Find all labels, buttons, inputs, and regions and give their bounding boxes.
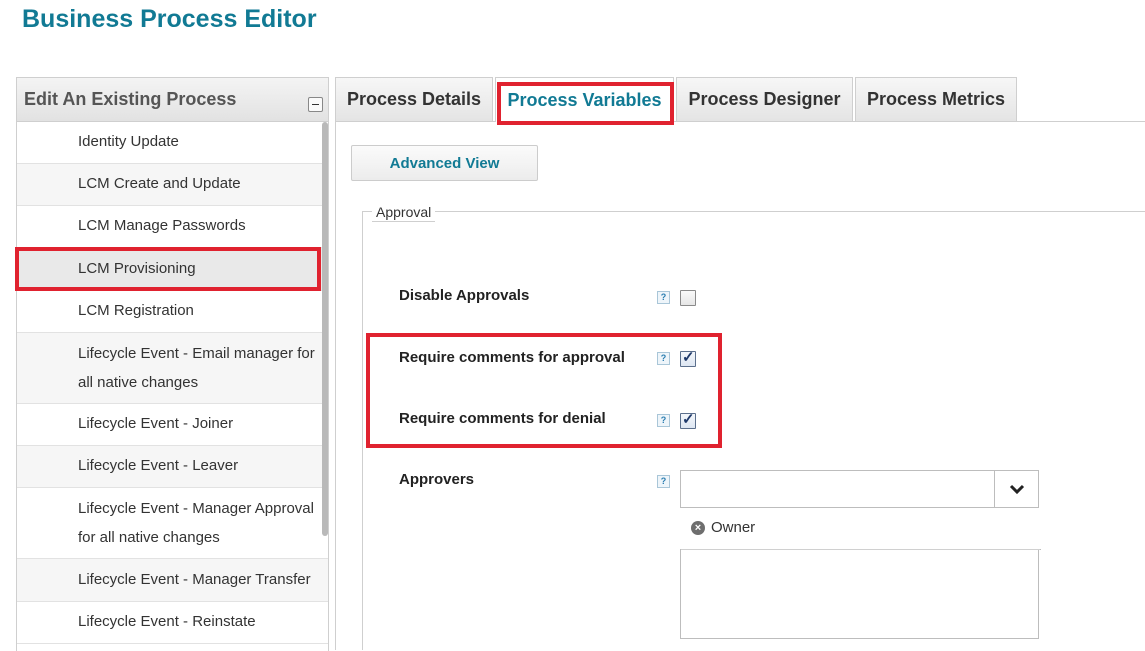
disable-approvals-checkbox[interactable]	[680, 290, 696, 306]
fieldset-border-left	[362, 211, 363, 650]
help-icon[interactable]: ?	[657, 414, 670, 427]
process-list-title: Edit An Existing Process	[24, 89, 237, 109]
tab-process-variables[interactable]: Process Variables	[495, 77, 674, 122]
approvers-dropdown-button[interactable]	[994, 471, 1038, 507]
process-list-panel: Edit An Existing Process Identity Update…	[16, 77, 329, 651]
approvers-list-area[interactable]	[680, 549, 1039, 639]
help-icon[interactable]: ?	[657, 475, 670, 488]
tab-process-metrics[interactable]: Process Metrics	[855, 77, 1017, 121]
approvers-select[interactable]	[680, 470, 1039, 508]
process-list-header: Edit An Existing Process	[17, 78, 328, 122]
process-item-manager-approval[interactable]: Lifecycle Event - Manager Approval for a…	[17, 488, 328, 559]
tabs-baseline	[335, 121, 1145, 122]
require-comments-approval-checkbox[interactable]: ✓	[680, 349, 696, 367]
approval-section-legend: Approval	[372, 203, 436, 222]
require-comments-denial-checkbox[interactable]: ✓	[680, 411, 696, 429]
process-item-leaver[interactable]: Lifecycle Event - Leaver	[17, 446, 328, 488]
process-item-reinstate[interactable]: Lifecycle Event - Reinstate	[17, 602, 328, 644]
fieldset-border-top	[362, 211, 1145, 212]
process-item-lcm-provisioning[interactable]: LCM Provisioning	[17, 248, 328, 291]
chevron-down-icon	[1009, 484, 1025, 495]
require-comments-denial-label: Require comments for denial	[399, 410, 606, 427]
disable-approvals-label: Disable Approvals	[399, 287, 530, 304]
tab-process-designer[interactable]: Process Designer	[676, 77, 853, 121]
remove-icon[interactable]: ×	[691, 520, 705, 535]
tab-process-details[interactable]: Process Details	[335, 77, 493, 121]
process-item-lcm-manage-passwords[interactable]: LCM Manage Passwords	[17, 206, 328, 248]
process-item-joiner[interactable]: Lifecycle Event - Joiner	[17, 404, 328, 446]
approvers-list-divider	[680, 549, 1041, 550]
content-border	[335, 121, 336, 650]
require-comments-approval-label: Require comments for approval	[399, 349, 625, 366]
approver-token-label: Owner	[711, 519, 756, 536]
page-title: Business Process Editor	[22, 5, 317, 33]
process-list-scrollbar[interactable]	[322, 122, 328, 536]
check-icon: ✓	[682, 411, 695, 428]
process-list: Identity Update LCM Create and Update LC…	[17, 122, 328, 644]
check-icon: ✓	[682, 349, 695, 366]
process-item-manager-transfer[interactable]: Lifecycle Event - Manager Transfer	[17, 559, 328, 602]
process-item-identity-update[interactable]: Identity Update	[17, 122, 328, 164]
help-icon[interactable]: ?	[657, 291, 670, 304]
process-item-lcm-create-update[interactable]: LCM Create and Update	[17, 164, 328, 206]
help-icon[interactable]: ?	[657, 352, 670, 365]
advanced-view-button[interactable]: Advanced View	[351, 145, 538, 181]
approvers-label: Approvers	[399, 471, 475, 488]
collapse-icon[interactable]	[308, 97, 323, 112]
process-item-email-manager[interactable]: Lifecycle Event - Email manager for all …	[17, 333, 328, 404]
approver-token-owner: × Owner	[691, 519, 755, 536]
process-item-lcm-registration[interactable]: LCM Registration	[17, 291, 328, 333]
